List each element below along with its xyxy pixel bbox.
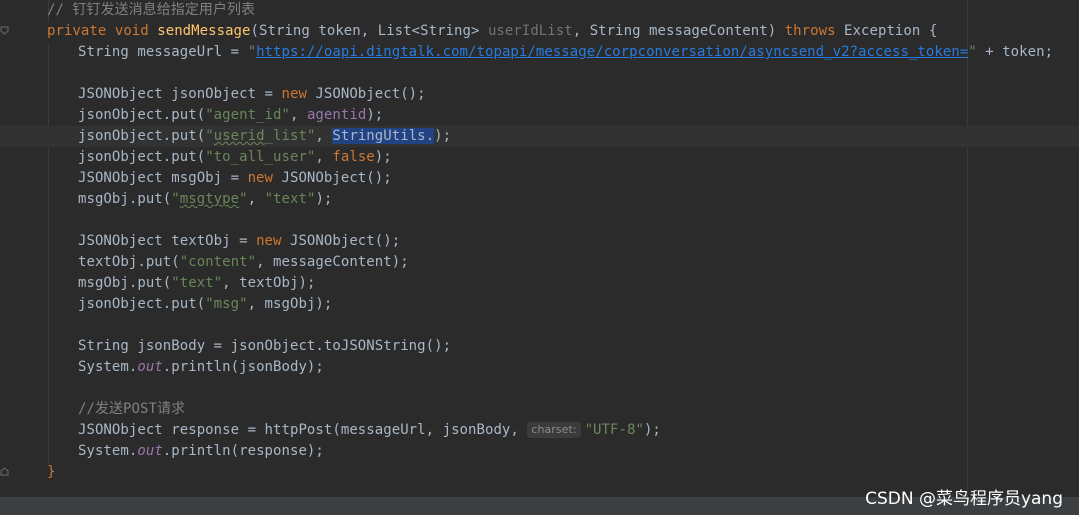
- string-literal: ": [171, 191, 180, 207]
- code-text: , msgObj);: [247, 296, 333, 312]
- comment-text: //发送POST请求: [78, 401, 186, 417]
- code-text: textObj.put(: [78, 254, 180, 270]
- code-text: JSONObject();: [273, 170, 392, 186]
- code-text: .println(jsonBody);: [162, 359, 324, 375]
- code-text: ,: [315, 128, 333, 144]
- string-literal: "UTF-8": [584, 422, 644, 438]
- code-line-signature[interactable]: private void sendMessage(String token, L…: [47, 21, 937, 42]
- method-name: sendMessage: [157, 23, 251, 39]
- code-line[interactable]: }: [47, 462, 55, 483]
- keyword: throws: [784, 23, 836, 39]
- code-line[interactable]: JSONObject jsonObject = new JSONObject()…: [78, 84, 426, 105]
- code-text: , String messageContent): [572, 23, 785, 39]
- code-text: msgObj.put(: [78, 275, 172, 291]
- keyword: void: [114, 23, 149, 39]
- code-text: JSONObject response = httpPost(messageUr…: [78, 422, 528, 438]
- code-text: System.: [78, 359, 138, 375]
- string-literal: _list": [264, 128, 316, 144]
- code-text: Exception {: [835, 23, 938, 39]
- url-link[interactable]: https://oapi.dingtalk.com/topapi/message…: [256, 44, 968, 60]
- code-line[interactable]: msgObj.put("text", textObj);: [78, 273, 315, 294]
- parameter-hint: charset:: [527, 422, 581, 438]
- code-line[interactable]: msgObj.put("msgtype", "text");: [78, 189, 332, 210]
- fold-end-marker-icon[interactable]: [0, 467, 9, 476]
- code-text: , messageContent);: [256, 254, 409, 270]
- code-text: );: [315, 191, 333, 207]
- static-field: out: [137, 359, 163, 375]
- code-text: ,: [289, 107, 307, 123]
- code-line[interactable]: System.out.println(response);: [78, 441, 324, 462]
- code-line[interactable]: jsonObject.put("msg", msgObj);: [78, 294, 332, 315]
- fold-marker-icon[interactable]: [0, 26, 9, 35]
- code-text: JSONObject msgObj =: [78, 170, 248, 186]
- string-literal: "msg": [205, 296, 248, 312]
- string-literal: "text": [264, 191, 316, 207]
- code-text: JSONObject jsonObject =: [78, 86, 282, 102]
- keyword: new: [256, 233, 282, 249]
- code-text: );: [434, 128, 452, 144]
- code-text: JSONObject textObj =: [78, 233, 257, 249]
- code-text: );: [643, 422, 661, 438]
- keyword: false: [332, 149, 375, 165]
- code-line[interactable]: System.out.println(jsonBody);: [78, 357, 324, 378]
- code-text: jsonObject.put(: [78, 128, 206, 144]
- code-line[interactable]: textObj.put("content", messageContent);: [78, 252, 409, 273]
- code-line[interactable]: String messageUrl = "https://oapi.dingta…: [78, 42, 1053, 63]
- comment-text: // 钉钉发送消息给指定用户列表: [47, 2, 256, 18]
- string-literal: "agent_id": [205, 107, 290, 123]
- code-line[interactable]: jsonObject.put("to_all_user", false);: [78, 147, 392, 168]
- string-literal: "text": [171, 275, 223, 291]
- code-text: );: [366, 107, 384, 123]
- code-text: jsonObject.put(: [78, 107, 206, 123]
- static-field: out: [137, 443, 163, 459]
- closing-brace: }: [47, 464, 56, 480]
- string-literal: "to_all_user": [205, 149, 316, 165]
- code-editor[interactable]: // 钉钉发送消息给指定用户列表 private void sendMessag…: [0, 0, 1079, 497]
- typo-word: msgtype: [179, 191, 240, 207]
- keyword: private: [47, 23, 107, 39]
- string-literal: ": [205, 128, 214, 144]
- code-line[interactable]: JSONObject textObj = new JSONObject();: [78, 231, 400, 252]
- code-text: , textObj);: [222, 275, 316, 291]
- code-text: (String token, List<String>: [250, 23, 488, 39]
- string-literal: ": [239, 191, 248, 207]
- code-text: jsonObject.put(: [78, 149, 206, 165]
- code-text: );: [374, 149, 392, 165]
- string-literal: ": [247, 44, 257, 60]
- selected-text[interactable]: StringUtils.: [332, 128, 435, 144]
- code-line[interactable]: JSONObject msgObj = new JSONObject();: [78, 168, 392, 189]
- keyword: new: [281, 86, 307, 102]
- code-line-current[interactable]: jsonObject.put("userid_list", StringUtil…: [0, 126, 1079, 147]
- code-text: JSONObject();: [306, 86, 426, 102]
- code-text: JSONObject();: [281, 233, 401, 249]
- code-text: System.: [78, 443, 138, 459]
- code-line-comment[interactable]: // 钉钉发送消息给指定用户列表: [47, 0, 255, 21]
- unused-parameter: userIdList: [487, 23, 573, 39]
- typo-word: userid: [213, 128, 265, 144]
- code-text: .println(response);: [162, 443, 324, 459]
- code-text: String messageUrl =: [78, 44, 248, 60]
- watermark-text: CSDN @菜鸟程序员yang: [865, 489, 1063, 509]
- code-text: String jsonBody = jsonObject.toJSONStrin…: [78, 338, 452, 354]
- keyword: new: [247, 170, 274, 186]
- string-literal: "content": [179, 254, 257, 270]
- editor-gutter[interactable]: [0, 0, 30, 497]
- code-text: ,: [247, 191, 265, 207]
- code-text: jsonObject.put(: [78, 296, 206, 312]
- code-line-comment[interactable]: //发送POST请求: [78, 399, 185, 420]
- code-text: + token;: [976, 44, 1054, 60]
- code-text: msgObj.put(: [78, 191, 172, 207]
- string-literal: ": [968, 44, 977, 60]
- code-line[interactable]: String jsonBody = jsonObject.toJSONStrin…: [78, 336, 451, 357]
- code-text: ,: [315, 149, 333, 165]
- indent-guide: [48, 44, 49, 464]
- right-margin-guide: [967, 0, 968, 497]
- field-reference: agentid: [306, 107, 367, 123]
- code-line[interactable]: jsonObject.put("agent_id", agentid);: [78, 105, 383, 126]
- code-line[interactable]: JSONObject response = httpPost(messageUr…: [78, 420, 661, 441]
